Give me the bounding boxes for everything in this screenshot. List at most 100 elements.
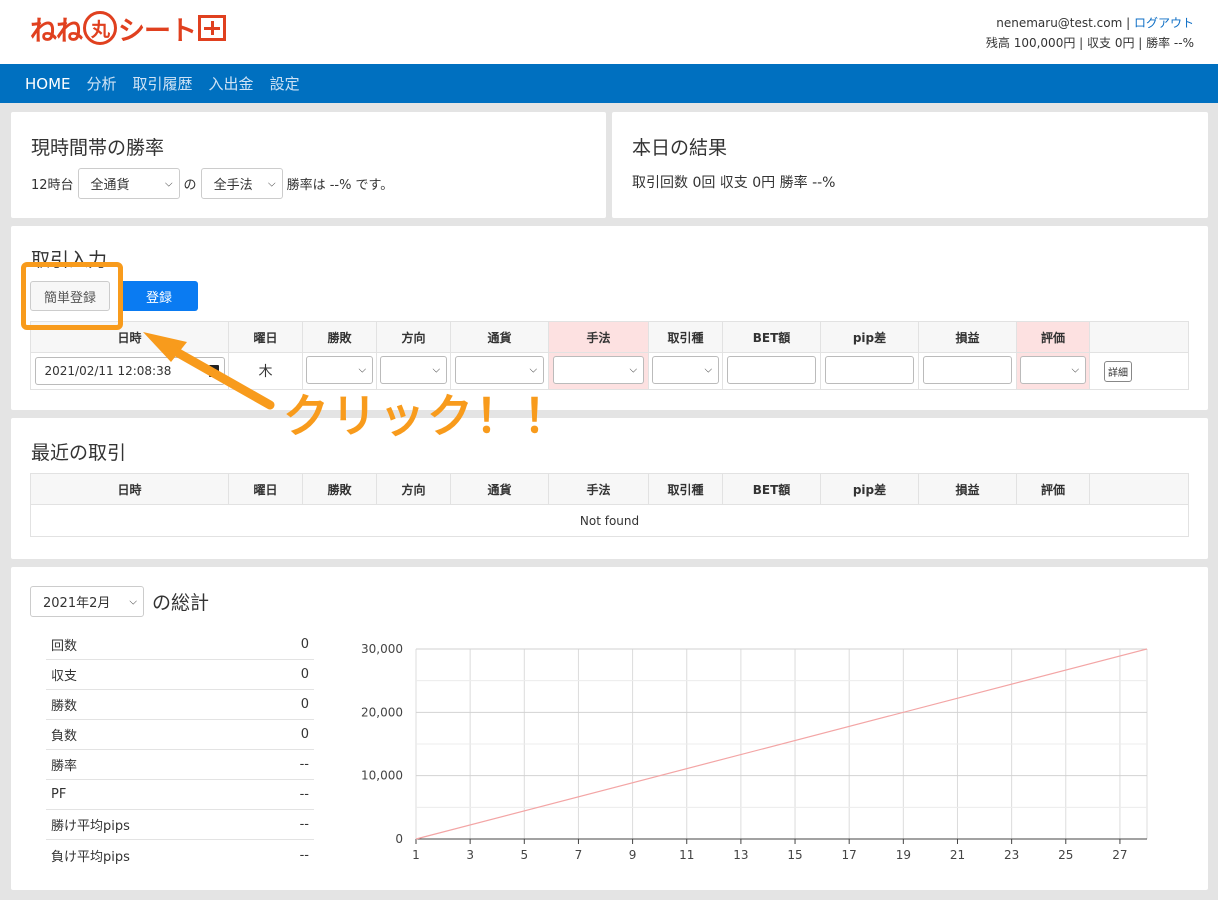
winrate-card: 現時間帯の勝率 12時台 全通貨 ⌵ の 全手法 ⌵ 勝率は --% です。 bbox=[11, 112, 606, 218]
stat-value: -- bbox=[299, 787, 309, 802]
stat-row: 負け平均pips -- bbox=[46, 840, 314, 870]
nav-item-settings[interactable]: 設定 bbox=[270, 73, 300, 94]
profit-cell bbox=[918, 352, 1017, 390]
stat-row: PF -- bbox=[46, 780, 314, 810]
logo-circle-mark: 丸 bbox=[83, 11, 117, 45]
annotation-arrow-shaft bbox=[168, 345, 275, 410]
winrate-result: 勝率は --% です。 bbox=[286, 178, 394, 193]
col-pips: pip差 bbox=[820, 473, 919, 505]
stat-label: 負け平均pips bbox=[51, 849, 130, 865]
y-tick-label: 20,000 bbox=[361, 705, 403, 719]
x-tick-label: 11 bbox=[679, 848, 694, 862]
chevron-down-icon: ⌵ bbox=[629, 364, 638, 375]
col-bet: BET額 bbox=[722, 321, 821, 353]
stat-label: 勝数 bbox=[51, 699, 78, 714]
nav-item-deposit[interactable]: 入出金 bbox=[209, 73, 254, 94]
x-tick-label: 5 bbox=[520, 848, 528, 862]
stat-value: 0 bbox=[300, 637, 309, 652]
col-weekday: 曜日 bbox=[228, 473, 303, 505]
x-tick-label: 7 bbox=[575, 848, 583, 862]
trade-type-select[interactable]: ⌵ bbox=[651, 355, 720, 384]
chevron-down-icon: ⌵ bbox=[432, 364, 441, 375]
pips-cell bbox=[820, 352, 919, 390]
col-direction: 方向 bbox=[376, 473, 451, 505]
logout-link[interactable]: ログアウト bbox=[1134, 16, 1194, 30]
of-label: の bbox=[183, 178, 197, 193]
chevron-down-icon: ⌵ bbox=[1071, 364, 1080, 375]
separator: | bbox=[1126, 16, 1134, 30]
x-tick-label: 15 bbox=[787, 848, 802, 862]
y-tick-label: 30,000 bbox=[361, 642, 403, 656]
monthly-chart: 010,00020,00030,0001 3 5 7 9 11 13 15 17 19 21 23 25… bbox=[361, 642, 1148, 862]
chevron-down-icon: ⌵ bbox=[529, 364, 538, 375]
table-row: Not found bbox=[30, 504, 1189, 537]
trade-type-cell: ⌵ bbox=[648, 352, 723, 390]
stat-value: 0 bbox=[300, 697, 309, 712]
y-tick-label: 10,000 bbox=[361, 769, 403, 783]
col-profit: 損益 bbox=[918, 473, 1017, 505]
chevron-down-icon: ⌵ bbox=[358, 364, 367, 375]
month-select-value: 2021年2月 bbox=[30, 586, 144, 617]
nav-item-home[interactable]: HOME bbox=[25, 75, 71, 93]
rating-cell: ⌵ bbox=[1016, 352, 1090, 390]
profit-input[interactable] bbox=[922, 355, 1013, 384]
today-result: 取引回数 0回 収支 0円 勝率 --% bbox=[632, 175, 836, 191]
stat-value: -- bbox=[299, 847, 309, 863]
logo-text-suffix: シート bbox=[118, 15, 197, 47]
x-tick-label: 19 bbox=[896, 848, 911, 862]
y-tick-label: 0 bbox=[395, 832, 403, 846]
col-result: 勝敗 bbox=[302, 473, 377, 505]
stat-value: 0 bbox=[300, 727, 309, 742]
col-bet: BET額 bbox=[722, 473, 821, 505]
logo-grid-icon bbox=[198, 15, 226, 41]
annotation-highlight-box bbox=[21, 262, 123, 330]
col-currency: 通貨 bbox=[450, 473, 549, 505]
x-tick-label: 23 bbox=[1004, 848, 1019, 862]
col-profit: 損益 bbox=[918, 321, 1017, 353]
stat-label: 勝率 bbox=[51, 759, 78, 774]
x-tick-label: 1 bbox=[412, 848, 420, 862]
register-button[interactable]: 登録 bbox=[120, 281, 198, 311]
bet-cell bbox=[722, 352, 821, 390]
recent-trades-table: 日時 曜日 勝敗 方向 通貨 手法 取引種 BET額 pip差 損益 評価 No… bbox=[30, 473, 1189, 537]
col-currency: 通貨 bbox=[450, 321, 549, 353]
stat-value: -- bbox=[299, 757, 309, 772]
bet-input[interactable] bbox=[726, 355, 817, 384]
col-actions bbox=[1089, 321, 1189, 353]
stat-label: 回数 bbox=[51, 639, 78, 654]
user-info: nenemaru@test.com | ログアウト 残高 100,000円 | … bbox=[986, 13, 1194, 53]
col-rating: 評価 bbox=[1016, 473, 1090, 505]
nav-item-analysis[interactable]: 分析 bbox=[87, 73, 117, 94]
col-actions bbox=[1089, 473, 1189, 505]
pips-input[interactable] bbox=[824, 355, 915, 384]
col-method: 手法 bbox=[548, 473, 649, 505]
nav-item-history[interactable]: 取引履歴 bbox=[133, 73, 193, 94]
month-select[interactable]: 2021年2月 ⌵ bbox=[30, 586, 144, 617]
currency-filter-select[interactable]: 全通貨 ⌵ bbox=[77, 168, 180, 199]
x-tick-label: 21 bbox=[950, 848, 965, 862]
today-card: 本日の結果 取引回数 0回 収支 0円 勝率 --% bbox=[612, 112, 1208, 218]
app-logo[interactable]: ねね 丸 シート bbox=[30, 10, 226, 47]
rating-select[interactable]: ⌵ bbox=[1019, 355, 1087, 384]
detail-button[interactable]: 詳細 bbox=[1104, 360, 1132, 382]
today-title: 本日の結果 bbox=[632, 137, 728, 159]
stat-row: 勝数 0 bbox=[46, 690, 314, 720]
col-rating: 評価 bbox=[1016, 321, 1090, 353]
hour-label: 12時台 bbox=[31, 178, 74, 193]
col-trade-type: 取引種 bbox=[648, 321, 723, 353]
account-summary: 残高 100,000円 | 収支 0円 | 勝率 --% bbox=[985, 36, 1194, 50]
x-tick-label: 17 bbox=[842, 848, 857, 862]
col-trade-type: 取引種 bbox=[648, 473, 723, 505]
stat-row: 回数 0 bbox=[46, 630, 314, 660]
x-tick-label: 27 bbox=[1112, 848, 1127, 862]
stat-label: 勝け平均pips bbox=[51, 819, 130, 834]
method-filter-select[interactable]: 全手法 ⌵ bbox=[200, 168, 283, 199]
recent-trades-title: 最近の取引 bbox=[31, 442, 127, 464]
stat-label: PF bbox=[51, 787, 67, 802]
main-nav: HOME 分析 取引履歴 入出金 設定 bbox=[0, 64, 1218, 103]
stat-value: 0 bbox=[300, 667, 309, 682]
table-header-row: 日時 曜日 勝敗 方向 通貨 手法 取引種 BET額 pip差 損益 評価 bbox=[30, 473, 1189, 505]
stat-value: -- bbox=[299, 817, 309, 832]
stat-row: 負数 0 bbox=[46, 720, 314, 750]
actions-cell: 詳細 bbox=[1089, 352, 1189, 390]
